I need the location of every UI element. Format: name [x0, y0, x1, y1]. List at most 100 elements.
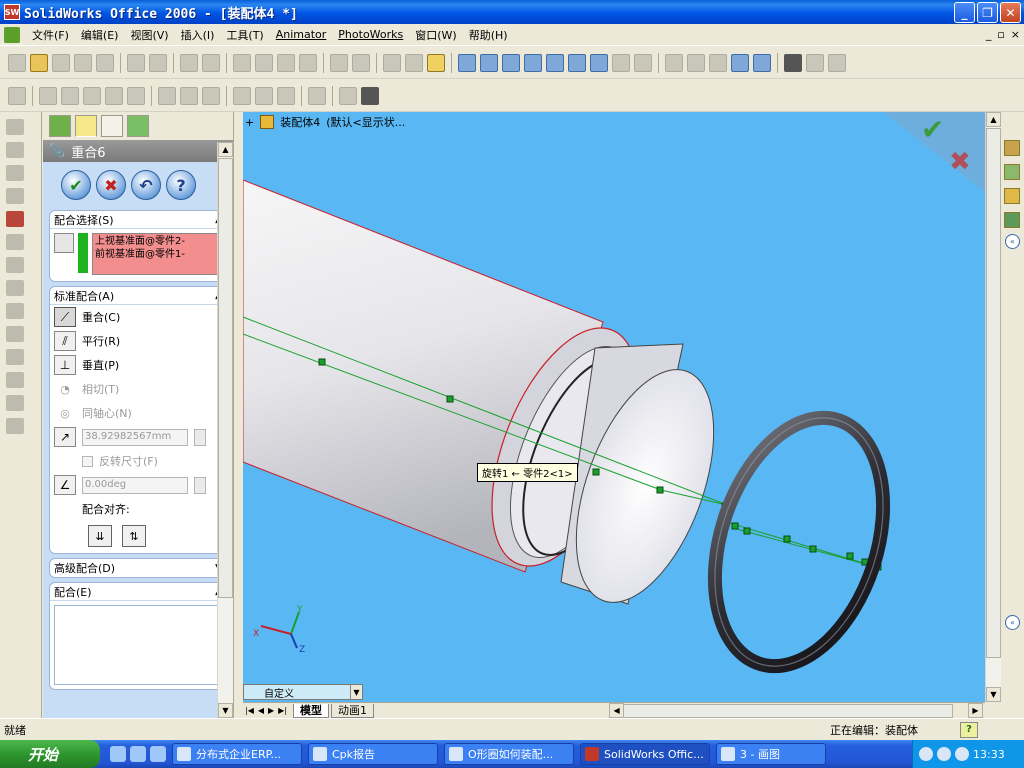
undo-button[interactable]: ↶ [131, 170, 161, 200]
explode-line-icon[interactable] [6, 303, 24, 319]
menu-window[interactable]: 窗口(W) [409, 27, 462, 43]
realview-icon[interactable] [828, 53, 846, 72]
part1-shaft[interactable] [243, 179, 741, 620]
distance-spinner[interactable] [194, 428, 206, 446]
measure-icon[interactable] [458, 53, 476, 72]
ok-button[interactable]: ✔ [61, 170, 91, 200]
anti-aligned-button[interactable]: ⇅ [122, 525, 146, 547]
sensor-icon[interactable] [339, 86, 357, 105]
tab-first-icon[interactable]: |◀ [243, 706, 256, 715]
feature-manager-tab[interactable] [49, 115, 71, 137]
tab-prev-icon[interactable]: ◀ [256, 706, 266, 715]
pan-icon[interactable] [590, 53, 608, 72]
feature-icon[interactable] [6, 349, 24, 365]
hidden-lines-visible-icon[interactable] [687, 53, 705, 72]
close-button[interactable]: ✕ [1000, 2, 1021, 23]
taskbar-item[interactable]: 分布式企业ERP... [172, 743, 302, 765]
display-pane-icon[interactable] [361, 86, 379, 105]
chevron-down-icon[interactable]: ▼ [350, 685, 362, 699]
part2-o-ring[interactable] [685, 396, 912, 688]
mates-list[interactable] [54, 605, 222, 685]
simulation-icon[interactable] [6, 372, 24, 388]
view-orientation-dropdown[interactable]: 自定义 ▼ [243, 684, 363, 700]
mate-tool-icon[interactable] [6, 211, 24, 227]
volume-icon[interactable] [937, 747, 951, 761]
tab-last-icon[interactable]: ▶| [276, 706, 289, 715]
show-desktop-icon[interactable] [130, 746, 146, 762]
scroll-up-button[interactable]: ▲ [986, 112, 1001, 127]
move-component-icon[interactable] [127, 86, 145, 105]
taskbar-item[interactable]: Cpk报告 [308, 743, 438, 765]
mate-icon[interactable] [105, 86, 123, 105]
interference-detection-icon[interactable] [180, 86, 198, 105]
smart-fasteners-icon[interactable] [202, 86, 220, 105]
interference-icon[interactable] [6, 326, 24, 342]
minimize-button[interactable]: _ [954, 2, 975, 23]
confirm-ok-icon[interactable]: ✔ [921, 113, 944, 146]
angle-button[interactable]: ∠ [54, 475, 76, 495]
insert-component-icon[interactable] [39, 86, 57, 105]
print-preview-icon[interactable] [96, 53, 114, 72]
menu-view[interactable]: 视图(V) [124, 27, 174, 43]
design-library-icon[interactable] [1004, 164, 1020, 180]
property-manager-tab[interactable] [75, 115, 97, 137]
doc-close-button[interactable]: × [1011, 28, 1020, 41]
angle-field[interactable]: 0.00deg [82, 476, 188, 494]
view-orientation-icon[interactable] [634, 53, 652, 72]
mate-selections-list[interactable]: 上视基准面@零件2- 前视基准面@零件1- [92, 233, 222, 275]
mates-header[interactable]: 配合(E) ▲ [50, 583, 226, 601]
file-explorer-icon[interactable] [1004, 188, 1020, 204]
exploded-view-icon[interactable] [158, 86, 176, 105]
cancel-button[interactable]: ✖ [96, 170, 126, 200]
scroll-left-button[interactable]: ◀ [609, 703, 625, 718]
coincident-button[interactable]: ⟋ [54, 307, 76, 327]
shaded-with-edges-icon[interactable] [731, 53, 749, 72]
undo-icon[interactable] [180, 53, 198, 72]
new-assembly-icon[interactable] [6, 188, 24, 204]
restore-button[interactable]: ❐ [977, 2, 998, 23]
print-icon[interactable] [74, 53, 92, 72]
scroll-down-button[interactable]: ▼ [986, 687, 1001, 702]
perpendicular-button[interactable]: ⊥ [54, 355, 76, 375]
confirm-cancel-icon[interactable]: ✖ [949, 147, 971, 177]
section-view-icon[interactable] [806, 53, 824, 72]
solidworks-resources-icon[interactable] [1004, 140, 1020, 156]
new-part-icon[interactable] [6, 165, 24, 181]
rebuild-icon[interactable] [330, 53, 348, 72]
explode-icon[interactable] [6, 280, 24, 296]
scroll-thumb[interactable] [218, 158, 233, 598]
solidworks-app-icon[interactable]: SW [4, 4, 20, 20]
clock[interactable]: 13:33 [973, 748, 1005, 761]
select-icon[interactable] [233, 53, 251, 72]
options-icon[interactable] [352, 53, 370, 72]
zoom-to-selection-icon[interactable] [546, 53, 564, 72]
menu-tools[interactable]: 工具(T) [220, 27, 269, 43]
menu-edit[interactable]: 编辑(E) [75, 27, 125, 43]
tab-animation1[interactable]: 动画1 [331, 703, 375, 718]
selection-item[interactable]: 上视基准面@零件2- [95, 235, 219, 248]
vertical-scroll-thumb[interactable] [986, 128, 1001, 658]
aligned-button[interactable]: ⇊ [88, 525, 112, 547]
copy-icon[interactable] [149, 53, 167, 72]
standard-mates-header[interactable]: 标准配合(A) ▲ [50, 287, 226, 305]
bill-of-materials-icon[interactable] [308, 86, 326, 105]
smart-dimension-icon[interactable] [299, 53, 317, 72]
shadows-icon[interactable] [784, 53, 802, 72]
rotate-icon[interactable] [6, 257, 24, 273]
hole-series-icon[interactable] [233, 86, 251, 105]
menu-help[interactable]: 帮助(H) [463, 27, 514, 43]
tab-next-icon[interactable]: ▶ [266, 706, 276, 715]
change-suppression-icon[interactable] [83, 86, 101, 105]
angle-spinner[interactable] [194, 476, 206, 494]
insert-part-icon[interactable] [6, 142, 24, 158]
pattern-icon[interactable] [6, 418, 24, 434]
assembly-features-icon[interactable] [255, 86, 273, 105]
doc-minimize-button[interactable]: _ [986, 28, 992, 41]
hole-wizard-icon[interactable] [6, 395, 24, 411]
model-scene[interactable]: ✔ ✖ Y X Z [243, 112, 985, 702]
edit-component-icon[interactable] [8, 86, 26, 105]
zoom-to-fit-icon[interactable] [480, 53, 498, 72]
hidden-lines-removed-icon[interactable] [709, 53, 727, 72]
mate-selections-header[interactable]: 配合选择(S) ▲ [50, 211, 226, 229]
taskbar-item-active[interactable]: SolidWorks Offic... [580, 743, 710, 765]
